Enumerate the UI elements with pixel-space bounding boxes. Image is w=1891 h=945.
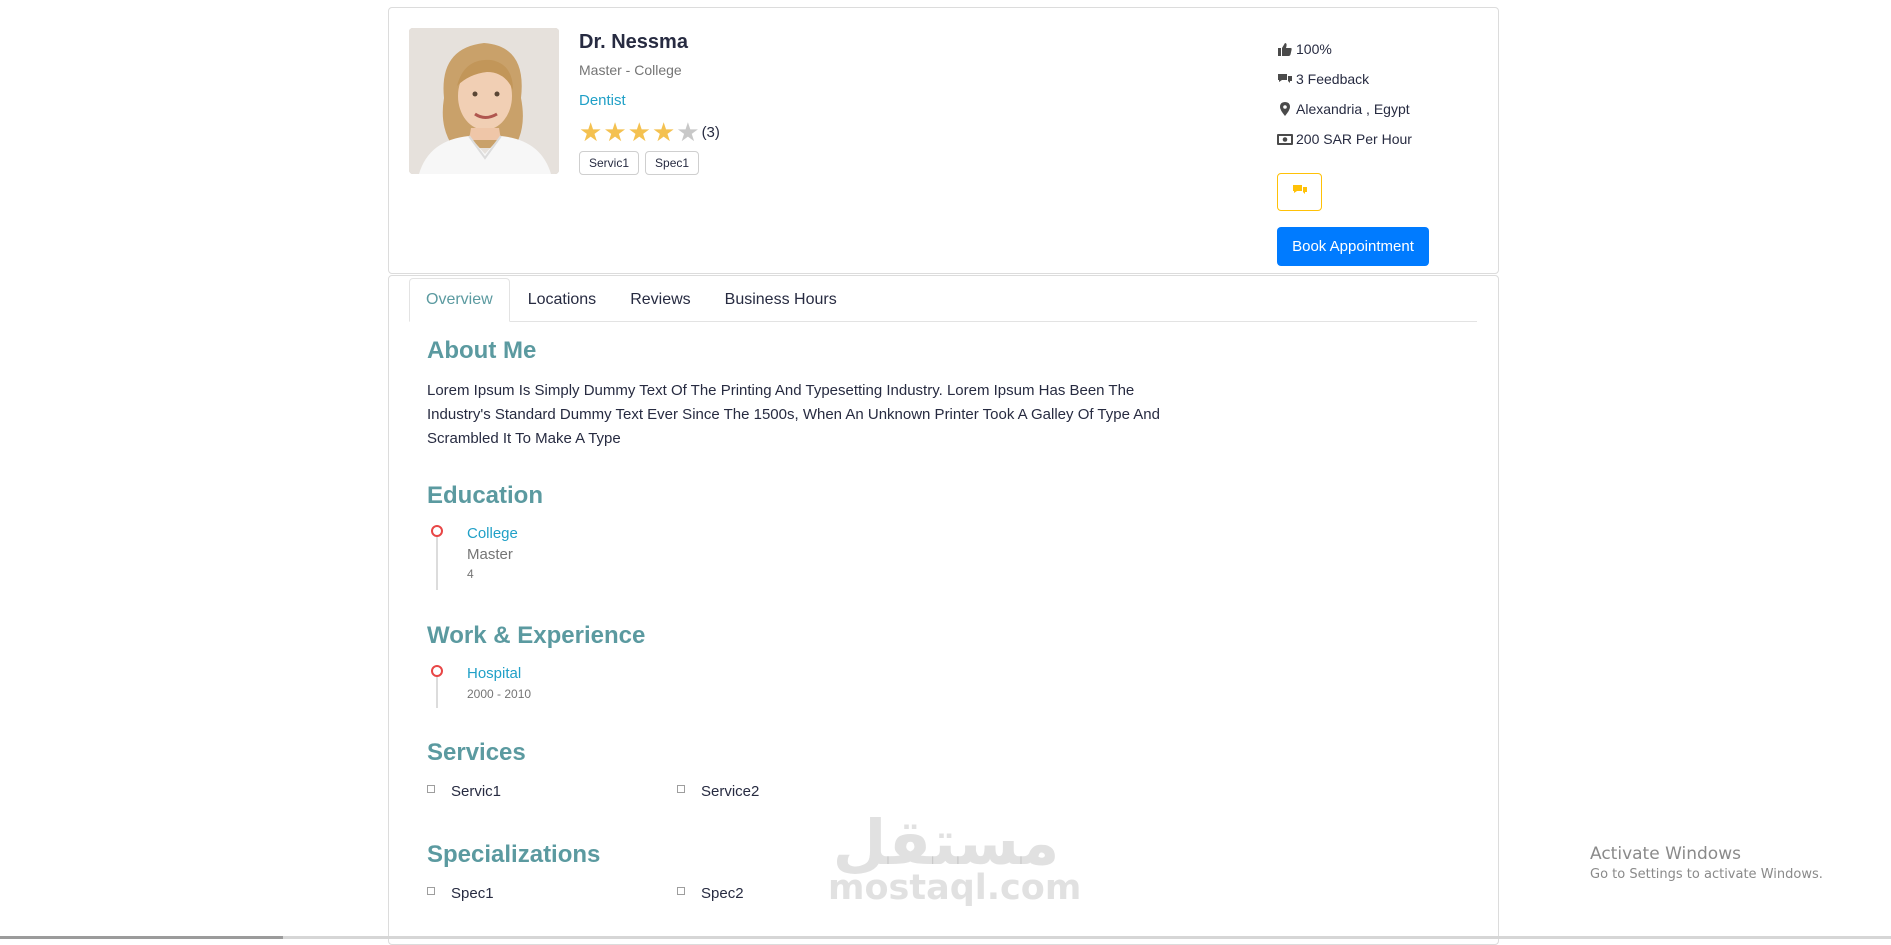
services-section: Services Servic1 Service2 (427, 739, 927, 800)
timeline-dot (431, 665, 443, 677)
experience-period: 2000 - 2010 (467, 687, 532, 701)
checkbox-icon (427, 886, 435, 895)
tab-locations[interactable]: Locations (512, 278, 613, 322)
about-section: About Me Lorem Ipsum Is Simply Dummy Tex… (427, 337, 1187, 451)
price-row: 200 SAR Per Hour (1277, 124, 1429, 154)
tab-overview[interactable]: Overview (409, 278, 510, 322)
about-text: Lorem Ipsum Is Simply Dummy Text Of The … (427, 382, 1160, 447)
star-icon-2: ★ (603, 117, 627, 147)
doctor-photo (409, 28, 559, 174)
tab-reviews[interactable]: Reviews (614, 278, 706, 322)
about-title: About Me (427, 337, 537, 364)
experience-title: Work & Experience (427, 622, 646, 649)
services-list: Servic1 Service2 (427, 783, 927, 800)
service-label: Servic1 (451, 783, 502, 800)
specialization-label: Spec1 (451, 885, 494, 902)
service-label: Service2 (701, 783, 760, 800)
star-icon-3: ★ (627, 117, 651, 147)
chat-button[interactable] (1277, 173, 1322, 211)
doctor-name[interactable]: Dr. Nessma (579, 30, 720, 54)
specialization-label: Spec2 (701, 885, 744, 902)
comments-icon (1277, 73, 1293, 86)
likes-row: 100% (1277, 34, 1429, 64)
star-icon-5: ★ (676, 117, 700, 147)
education-years: 4 (467, 567, 474, 581)
chat-icon (1292, 184, 1308, 200)
education-institution[interactable]: College (467, 524, 543, 544)
price-text: 200 SAR Per Hour (1296, 131, 1412, 147)
rating: ★ ★ ★ ★ ★ (3) (579, 119, 720, 145)
checkbox-icon (677, 784, 685, 793)
doctor-side-info: 100% 3 Feedback Alexandria , Egypt 200 S… (1277, 34, 1429, 266)
location-row: Alexandria , Egypt (1277, 94, 1429, 124)
education-section: Education College Master 4 (427, 482, 544, 590)
tab-business-hours[interactable]: Business Hours (709, 278, 853, 322)
feedback-row: 3 Feedback (1277, 64, 1429, 94)
rating-count: (3) (701, 123, 720, 141)
feedback-count: 3 Feedback (1296, 71, 1370, 87)
activate-title: Activate Windows (1590, 844, 1741, 864)
doctor-specialty[interactable]: Dentist (579, 92, 626, 109)
tag-service[interactable]: Servic1 (579, 151, 640, 175)
doctor-profile-card: Dr. Nessma Master - College Dentist ★ ★ … (388, 7, 1499, 274)
location-text: Alexandria , Egypt (1296, 101, 1410, 117)
star-icon-1: ★ (579, 117, 603, 147)
details-tabs: Overview Locations Reviews Business Hour… (409, 278, 1477, 322)
services-title: Services (427, 739, 526, 766)
experience-timeline: Hospital 2000 - 2010 (427, 664, 645, 708)
money-bill-icon (1277, 133, 1293, 145)
list-item: Servic1 (427, 783, 677, 800)
list-item: Spec1 (427, 885, 677, 902)
timeline-line (436, 674, 438, 708)
timeline-line (436, 534, 438, 590)
experience-place[interactable]: Hospital (467, 664, 645, 684)
watermark-latin: mostaql.com (828, 868, 1082, 908)
list-item: Service2 (677, 783, 927, 800)
timeline-dot (431, 525, 443, 537)
book-appointment-button[interactable]: Book Appointment (1277, 227, 1429, 266)
star-icon-4: ★ (651, 117, 676, 147)
activate-windows-notice: Activate Windows Go to Settings to activ… (1590, 843, 1823, 885)
map-marker-icon (1277, 102, 1293, 116)
checkbox-icon (427, 784, 435, 793)
tag-list: Servic1 Spec1 (579, 151, 720, 175)
activate-subtitle: Go to Settings to activate Windows. (1590, 867, 1823, 882)
experience-section: Work & Experience Hospital 2000 - 2010 (427, 622, 646, 708)
education-timeline: College Master 4 (427, 524, 543, 590)
doctor-info: Dr. Nessma Master - College Dentist ★ ★ … (579, 30, 720, 175)
checkbox-icon (677, 886, 685, 895)
education-degree: Master (467, 546, 513, 563)
thumbs-up-icon (1277, 42, 1293, 56)
doctor-avatar[interactable] (409, 28, 559, 174)
education-title: Education (427, 482, 544, 509)
doctor-degree: Master - College (579, 62, 682, 78)
likes-value: 100% (1296, 41, 1332, 57)
mostaql-watermark: مستقل mostaql.com (828, 808, 1082, 908)
tag-specialization[interactable]: Spec1 (645, 151, 700, 175)
